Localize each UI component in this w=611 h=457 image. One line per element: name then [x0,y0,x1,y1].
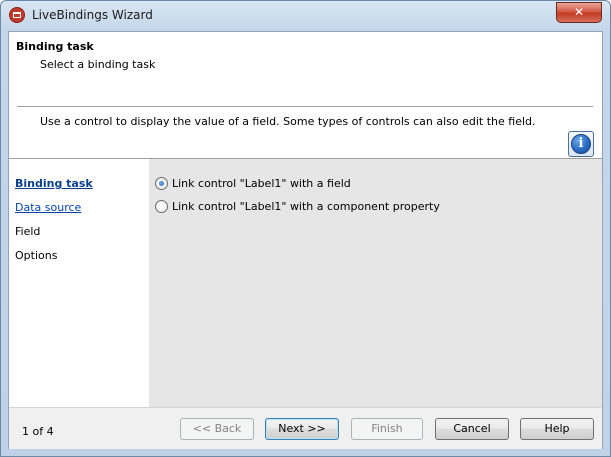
page-indicator: 1 of 4 [22,425,54,438]
button-bar: 1 of 4 << Back Next >> Finish Cancel Hel… [9,407,602,449]
wizard-body: Binding task Data source Field Options L… [9,159,602,407]
header-panel: Binding task Select a binding task Use a… [9,32,602,159]
options-panel: Link control "Label1" with a field Link … [149,159,602,407]
window-title: LiveBindings Wizard [32,8,153,22]
link-property-option[interactable]: Link control "Label1" with a component p… [155,198,440,214]
back-button[interactable]: << Back [180,418,254,440]
next-button[interactable]: Next >> [265,418,339,440]
step-options: Options [15,249,58,262]
help-button[interactable]: Help [520,418,594,440]
link-field-option[interactable]: Link control "Label1" with a field [155,175,351,191]
step-binding-task[interactable]: Binding task [15,177,93,190]
title-bar[interactable]: LiveBindings Wizard ✕ [1,1,610,30]
radio-button[interactable] [155,199,168,213]
page-description: Use a control to display the value of a … [40,115,536,128]
app-icon [9,7,25,23]
header-divider [17,106,593,108]
step-data-source[interactable]: Data source [15,201,81,214]
page-title: Binding task [16,40,94,53]
dialog-client-area: Binding task Select a binding task Use a… [8,31,603,449]
info-button[interactable]: i [568,131,594,157]
wizard-window: LiveBindings Wizard ✕ Binding task Selec… [0,0,611,457]
page-subtitle: Select a binding task [40,58,156,71]
close-icon: ✕ [573,5,585,19]
close-button[interactable]: ✕ [556,2,602,23]
finish-button[interactable]: Finish [351,418,423,440]
steps-panel: Binding task Data source Field Options [9,159,149,407]
link-property-label[interactable]: Link control "Label1" with a component p… [172,200,440,213]
info-icon: i [571,134,591,154]
step-field: Field [15,225,41,238]
link-field-label[interactable]: Link control "Label1" with a field [172,177,351,190]
cancel-button[interactable]: Cancel [435,418,509,440]
radio-button-selected[interactable] [155,176,168,190]
